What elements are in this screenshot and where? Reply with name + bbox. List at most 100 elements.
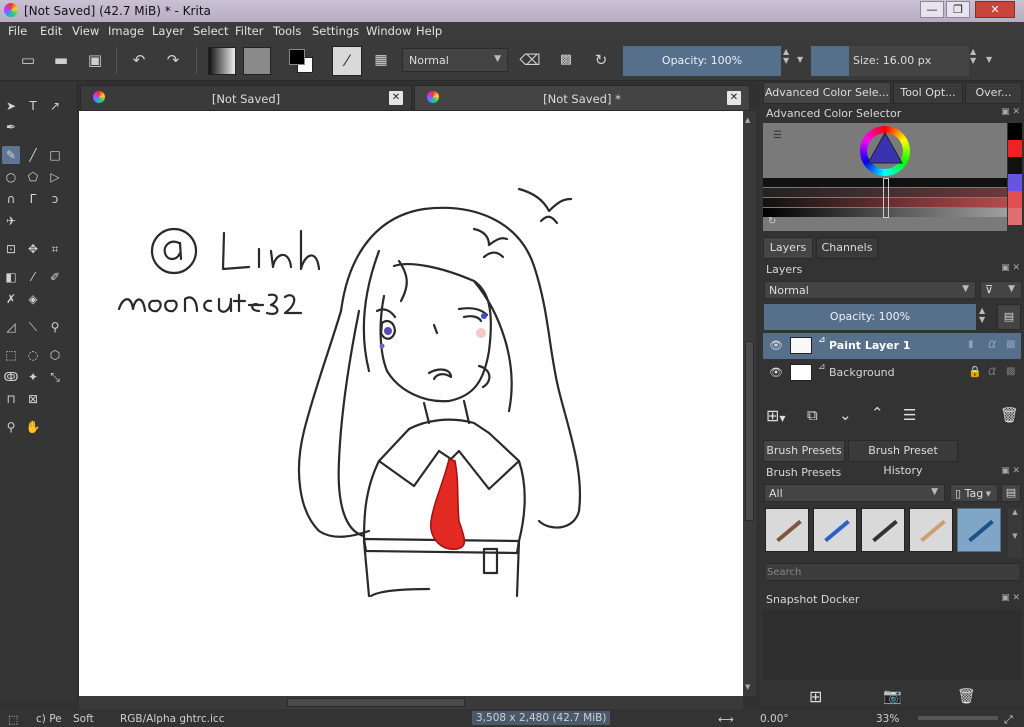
- brush-preset-pencil[interactable]: [765, 508, 809, 552]
- color-picker-icon[interactable]: ⁄: [24, 268, 42, 286]
- camera-icon[interactable]: 📷: [883, 687, 902, 705]
- magnetic-select-icon[interactable]: ⊠: [24, 390, 42, 408]
- freehand-brush-icon[interactable]: ✎: [2, 146, 20, 164]
- crop-tool-icon[interactable]: ⌗: [46, 240, 64, 258]
- menu-file[interactable]: File: [8, 24, 27, 38]
- layer-opacity-slider[interactable]: Opacity: 100%: [764, 304, 976, 330]
- multibrush-icon[interactable]: ✈: [2, 212, 20, 230]
- selection-icon[interactable]: ⬚: [8, 713, 18, 726]
- color-settings-icon[interactable]: ☰: [773, 130, 782, 141]
- brush-preset-icon[interactable]: ⁄: [332, 46, 362, 76]
- menu-view[interactable]: View: [72, 24, 99, 38]
- brush-preset-selected[interactable]: [957, 508, 1001, 552]
- vertical-scrollbar[interactable]: ▲ ▼: [743, 111, 756, 696]
- pin-tool-icon[interactable]: ⚲: [46, 318, 64, 336]
- horizontal-scrollbar[interactable]: [79, 696, 743, 709]
- edit-shapes-icon[interactable]: ↗: [46, 97, 64, 115]
- docker-float-close-icon[interactable]: ▣ ✕: [1001, 107, 1020, 117]
- tab-advanced-color-selector[interactable]: Advanced Color Sele...: [763, 82, 891, 104]
- menu-select[interactable]: Select: [193, 24, 228, 38]
- tab-layers[interactable]: Layers: [763, 237, 813, 259]
- save-icon[interactable]: ▣: [84, 49, 106, 71]
- alpha-icon[interactable]: α: [988, 364, 997, 379]
- opacity-spin-icon[interactable]: ▲ ▼: [783, 47, 789, 65]
- docker-float-close-icon[interactable]: ▣ ✕: [1001, 466, 1020, 476]
- visibility-eye-icon[interactable]: 👁: [769, 366, 783, 379]
- tab-overview[interactable]: Over...: [965, 82, 1022, 104]
- size-dropdown-icon[interactable]: ▼: [986, 55, 992, 64]
- layer-properties-icon[interactable]: ▤: [997, 304, 1021, 330]
- similar-select-icon[interactable]: ⊓: [2, 390, 20, 408]
- saturation-triangle[interactable]: [866, 131, 904, 165]
- layer-opacity-spin-icon[interactable]: ▲ ▼: [979, 306, 985, 324]
- close-tab-icon[interactable]: ✕: [727, 91, 741, 105]
- smart-patch-icon[interactable]: ✐: [46, 268, 64, 286]
- minimize-button[interactable]: —: [920, 1, 944, 18]
- inherit-alpha-icon[interactable]: ▩: [1006, 339, 1015, 350]
- close-tab-icon[interactable]: ✕: [389, 91, 403, 105]
- opacity-slider[interactable]: Opacity: 100%: [623, 46, 781, 76]
- dynamic-brush-icon[interactable]: ↄ: [46, 190, 64, 208]
- menu-help[interactable]: Help: [416, 24, 442, 38]
- lock-icon[interactable]: ▮: [968, 339, 974, 350]
- rectangle-tool-icon[interactable]: □: [46, 146, 64, 164]
- measure-tool-icon[interactable]: ◿: [2, 318, 20, 336]
- menu-tools[interactable]: Tools: [273, 24, 301, 38]
- eraser-icon[interactable]: ⌫: [519, 49, 541, 71]
- freehand-path-icon[interactable]: ᒥ: [24, 190, 42, 208]
- menu-layer[interactable]: Layer: [152, 24, 184, 38]
- ellipse-tool-icon[interactable]: ○: [2, 168, 20, 186]
- size-spin-icon[interactable]: ▲ ▼: [970, 47, 976, 65]
- tab-channels[interactable]: Channels: [816, 237, 878, 259]
- brush-preset-blue-pencil[interactable]: [813, 508, 857, 552]
- size-slider[interactable]: Size: 16.00 px: [849, 46, 969, 76]
- brush-tag-select[interactable]: ▯ Tag ▼: [950, 484, 998, 502]
- line-tool-icon[interactable]: ╱: [24, 146, 42, 164]
- docker-float-close-icon[interactable]: ▣ ✕: [1001, 593, 1020, 603]
- tab-brush-preset-history[interactable]: Brush Preset History: [848, 440, 958, 477]
- fullscreen-icon[interactable]: ⤢: [1004, 713, 1013, 727]
- brush-scrollbar[interactable]: ▲ ▼: [1008, 508, 1022, 558]
- fg-bg-color-icon[interactable]: [287, 47, 317, 75]
- layer-row[interactable]: 👁 ⊿ Paint Layer 1 ▮ α ▩: [763, 333, 1021, 359]
- menu-edit[interactable]: Edit: [40, 24, 62, 38]
- undo-icon[interactable]: ↶: [128, 49, 150, 71]
- maximize-button[interactable]: ❐: [946, 1, 970, 18]
- visibility-eye-icon[interactable]: 👁: [769, 339, 783, 352]
- duplicate-layer-icon[interactable]: ⧉: [807, 406, 818, 424]
- blend-mode-select[interactable]: Normal ▼: [402, 48, 508, 72]
- brush-view-icon[interactable]: ▤: [1001, 484, 1021, 502]
- reload-preset-icon[interactable]: ↻: [590, 49, 612, 71]
- color-history-swatches[interactable]: [1008, 123, 1022, 231]
- select-shapes-icon[interactable]: ➤: [2, 97, 20, 115]
- move-tool-icon[interactable]: ✥: [24, 240, 42, 258]
- rotate-icon[interactable]: ⟷: [718, 713, 734, 726]
- layer-blend-mode-select[interactable]: Normal ▼: [764, 281, 976, 299]
- layer-filter-icon[interactable]: ⊽ ▼: [980, 281, 1022, 299]
- layer-settings-icon[interactable]: ☰: [903, 406, 916, 424]
- rect-select-icon[interactable]: ⬚: [2, 346, 20, 364]
- tab-tool-options[interactable]: Tool Opt...: [893, 82, 963, 104]
- tab-document-2[interactable]: [Not Saved] * ✕: [414, 85, 750, 111]
- tab-brush-presets[interactable]: Brush Presets: [763, 440, 845, 462]
- transform-tool-icon[interactable]: ⊡: [2, 240, 20, 258]
- alpha-lock-icon[interactable]: ▩: [555, 49, 577, 71]
- inherit-alpha-icon[interactable]: ▩: [1006, 366, 1015, 377]
- close-window-button[interactable]: ✕: [975, 1, 1015, 18]
- delete-snapshot-icon[interactable]: 🗑: [957, 687, 976, 705]
- freehand-select-icon[interactable]: ↂ: [2, 368, 20, 386]
- menu-filter[interactable]: Filter: [235, 24, 263, 38]
- menu-window[interactable]: Window: [366, 24, 411, 38]
- lock-icon[interactable]: 🔒: [968, 365, 982, 378]
- open-folder-icon[interactable]: ▬: [50, 49, 72, 71]
- move-layer-down-icon[interactable]: ⌄: [839, 406, 852, 424]
- menu-image[interactable]: Image: [108, 24, 144, 38]
- delete-layer-icon[interactable]: 🗑: [1000, 406, 1019, 424]
- brush-search-input[interactable]: Search: [764, 563, 1021, 581]
- fill-tool-icon[interactable]: ◈: [24, 290, 42, 308]
- assistant-tool-icon[interactable]: ✗: [2, 290, 20, 308]
- add-layer-icon[interactable]: ⊞▼: [766, 406, 786, 425]
- add-snapshot-icon[interactable]: ⊞: [809, 687, 822, 706]
- move-layer-up-icon[interactable]: ⌃: [871, 404, 884, 422]
- image-size-label[interactable]: 3,508 x 2,480 (42.7 MiB): [472, 711, 611, 725]
